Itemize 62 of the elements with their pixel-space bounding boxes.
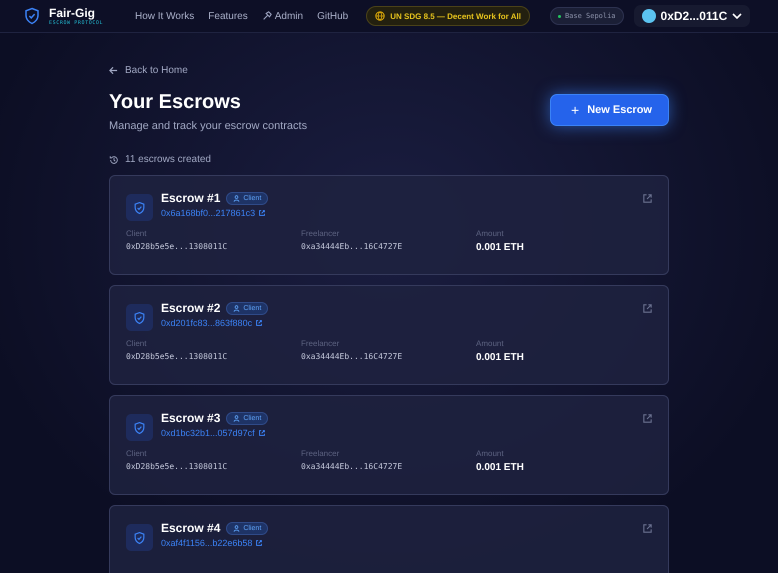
amount-value: 0.001 ETH xyxy=(476,352,525,363)
nav-link[interactable]: Features xyxy=(208,10,248,22)
back-link[interactable]: Back to Home xyxy=(109,65,188,76)
external-link-icon xyxy=(255,539,264,547)
escrow-title: Escrow #3 xyxy=(161,411,220,425)
page-title: Your Escrows xyxy=(109,91,242,114)
field-label: Client xyxy=(126,339,148,348)
field-label: Client xyxy=(126,229,148,238)
person-icon xyxy=(233,524,240,532)
nav-link[interactable]: How It Works xyxy=(135,10,194,22)
person-icon xyxy=(233,414,240,422)
field-label: Freelancer xyxy=(301,339,340,348)
sdg-badge: UN SDG 8.5 — Decent Work for All xyxy=(366,6,530,26)
amount-value: 0.001 ETH xyxy=(476,242,525,253)
shield-icon xyxy=(126,524,153,551)
hammer-icon xyxy=(262,11,272,21)
external-link-icon[interactable] xyxy=(642,193,653,204)
field-label: Amount xyxy=(476,229,505,238)
contract-address-link[interactable]: 0x6a168bf0...217861c3 xyxy=(161,208,266,218)
field-label: Client xyxy=(126,449,148,458)
shield-logo-icon xyxy=(23,6,41,26)
person-icon xyxy=(233,194,240,202)
nav-link[interactable]: GitHub xyxy=(317,10,348,22)
arrow-left-icon xyxy=(109,66,118,75)
client-address: 0xD28b5e5e...1308011C xyxy=(126,242,228,251)
shield-icon xyxy=(126,194,153,221)
external-link-icon[interactable] xyxy=(642,523,653,534)
contract-address-link[interactable]: 0xd201fc83...863f880c xyxy=(161,318,264,328)
nav-link[interactable]: Admin xyxy=(262,10,304,22)
field-label: Freelancer xyxy=(301,229,340,238)
field-label: Amount xyxy=(476,449,505,458)
shield-icon xyxy=(126,414,153,441)
page-subtitle: Manage and track your escrow contracts xyxy=(109,120,308,132)
shield-icon xyxy=(126,304,153,331)
external-link-icon[interactable] xyxy=(642,303,653,314)
contract-address-link[interactable]: 0xd1bc32b1...057d97cf xyxy=(161,428,266,438)
globe-icon xyxy=(375,11,386,21)
external-link-icon xyxy=(258,429,266,437)
amount-value: 0.001 ETH xyxy=(476,462,525,473)
escrow-count: 11 escrows created xyxy=(125,154,211,165)
external-link-icon[interactable] xyxy=(642,413,653,424)
history-icon xyxy=(109,154,119,164)
escrow-title: Escrow #2 xyxy=(161,301,220,315)
freelancer-address: 0xa34444Eb...16C4727E xyxy=(301,352,404,361)
contract-address-link[interactable]: 0xaf4f1156...b22e6b58 xyxy=(161,538,264,548)
status-dot-icon xyxy=(558,14,561,18)
external-link-icon xyxy=(255,319,264,327)
external-link-icon xyxy=(258,209,266,217)
freelancer-address: 0xa34444Eb...16C4727E xyxy=(301,462,404,471)
wallet-button[interactable]: 0xD2...011C xyxy=(634,5,750,27)
client-address: 0xD28b5e5e...1308011C xyxy=(126,352,228,361)
new-escrow-button[interactable]: + New Escrow xyxy=(550,94,669,126)
client-address: 0xD28b5e5e...1308011C xyxy=(126,462,228,471)
chevron-down-icon xyxy=(732,13,742,19)
escrow-title: Escrow #1 xyxy=(161,191,220,205)
person-icon xyxy=(233,304,240,312)
freelancer-address: 0xa34444Eb...16C4727E xyxy=(301,242,404,251)
field-label: Amount xyxy=(476,339,505,348)
avatar-icon xyxy=(642,9,656,23)
escrow-title: Escrow #4 xyxy=(161,521,220,535)
field-label: Freelancer xyxy=(301,449,340,458)
brand-name: Fair-Gig xyxy=(49,6,96,18)
